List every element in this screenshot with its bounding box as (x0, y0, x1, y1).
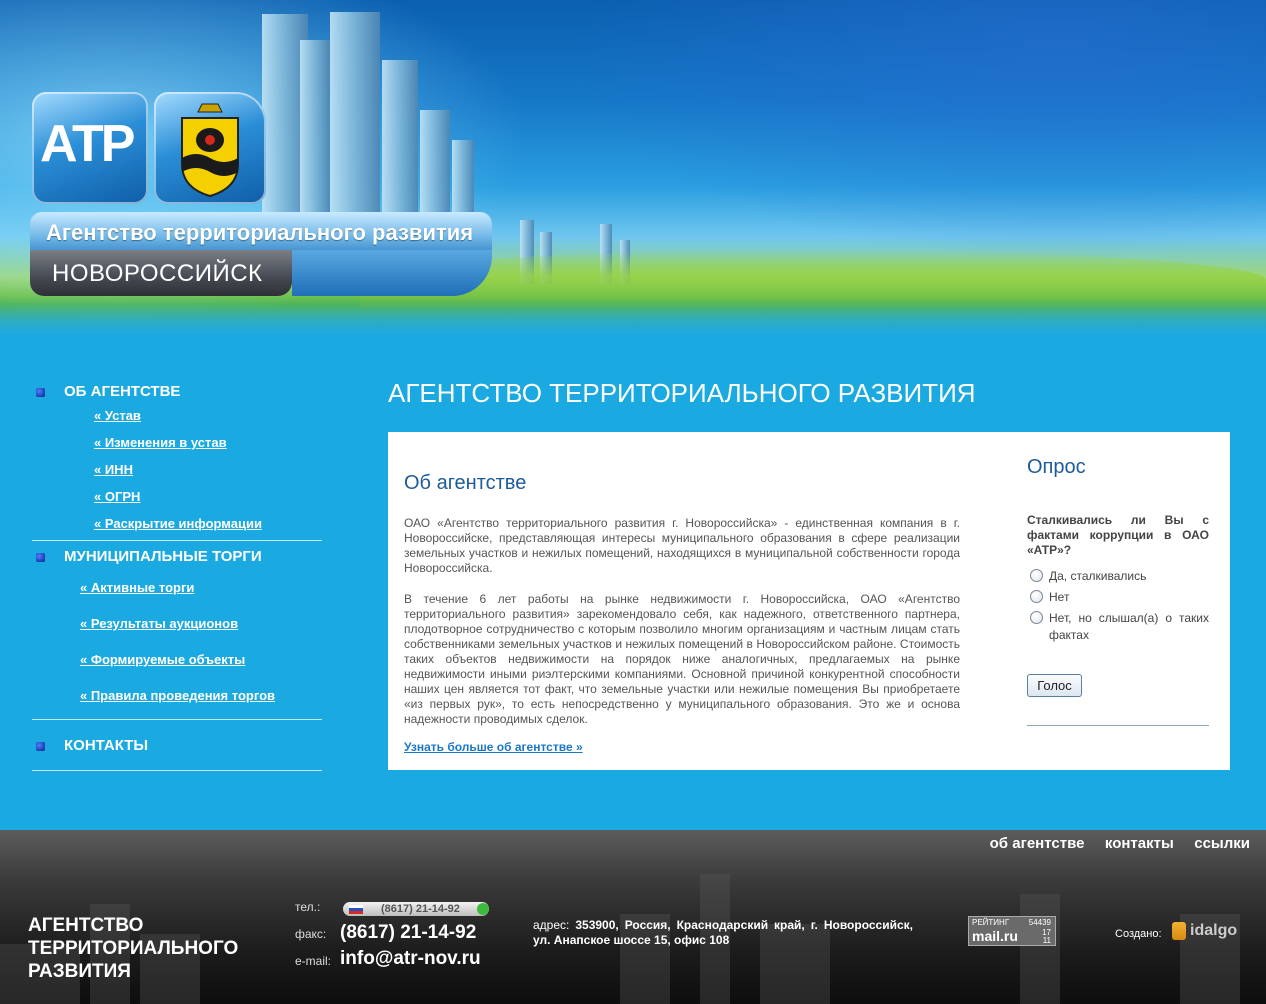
nav-link-inn[interactable]: « ИНН (94, 462, 324, 489)
city-emblem-badge (154, 92, 266, 204)
nav-link-active-auctions[interactable]: « Активные торги (80, 573, 324, 609)
page-title: АГЕНТСТВО ТЕРРИТОРИАЛЬНОГО РАЗВИТИЯ (388, 378, 976, 408)
content-panel: Об агентстве ОАО «Агентство территориаль… (388, 432, 1230, 770)
header-banner: АТР Агентство территориального развития … (0, 0, 1266, 338)
fax-value: (8617) 21-14-92 (340, 922, 477, 943)
logo-city-name: НОВОРОССИЙСК (52, 260, 263, 287)
nav-link-auction-rules[interactable]: « Правила проведения торгов (80, 681, 324, 719)
email-link[interactable]: info@atr-nov.ru (340, 948, 481, 970)
nav-link-ogrn[interactable]: « ОГРН (94, 489, 324, 516)
about-paragraph-1: ОАО «Агентство территориального развития… (404, 516, 960, 575)
bullet-icon (36, 388, 45, 397)
vote-button[interactable]: Голос (1027, 674, 1082, 697)
nav-divider (32, 540, 322, 541)
footer-link-contacts[interactable]: контакты (1105, 835, 1174, 852)
russia-flag-icon (349, 905, 363, 914)
email-label: e-mail: (295, 954, 332, 968)
studio-logo-icon[interactable] (1172, 922, 1186, 940)
footer-brand: АГЕНТСТВО ТЕРРИТОРИАЛЬНОГО РАЗВИТИЯ (28, 915, 239, 982)
logo-agency-name: Агентство территориального развития (46, 220, 474, 245)
poll-widget: Опрос Сталкивались ли Вы с фактами корру… (1027, 456, 1209, 726)
footer-nav: об агентстве контакты ссылки (974, 835, 1250, 853)
nav-link-forming-objects[interactable]: « Формируемые объекты (80, 645, 324, 681)
poll-option-heard[interactable]: Нет, но слышал(а) о таких фактах (1027, 610, 1209, 644)
bullet-icon (36, 553, 45, 562)
fax-label: факс: (295, 927, 327, 941)
site-logo[interactable]: АТР Агентство территориального развития … (24, 90, 494, 302)
radio-button[interactable] (1030, 611, 1043, 624)
sidebar-nav: ОБ АГЕНТСТВЕ « Устав « Изменения в устав… (32, 378, 324, 771)
mailru-counter[interactable]: РЕЙТИНГ 54439 mail.ru 17 11 (968, 916, 1056, 946)
footer: об агентстве контакты ссылки АГЕНТСТВО Т… (0, 830, 1266, 1004)
poll-divider (1027, 725, 1209, 726)
footer-link-about[interactable]: об агентстве (990, 835, 1085, 852)
nav-divider (32, 719, 322, 720)
studio-name[interactable]: idalgo (1190, 922, 1237, 940)
poll-title: Опрос (1027, 456, 1086, 478)
footer-link-links[interactable]: ссылки (1194, 835, 1250, 852)
made-by-label: Создано: (1115, 928, 1162, 940)
call-icon (477, 903, 489, 915)
nav-divider (32, 770, 322, 771)
atr-logo-text: АТР (40, 115, 135, 173)
phone-call-widget[interactable]: (8617) 21-14-92 (343, 902, 489, 916)
nav-link-auction-results[interactable]: « Результаты аукционов (80, 609, 324, 645)
radio-button[interactable] (1030, 590, 1043, 603)
tel-label: тел.: (295, 900, 321, 914)
nav-section-auctions[interactable]: МУНИЦИПАЛЬНЫЕ ТОРГИ (32, 543, 324, 571)
footer-address: адрес: 353900, Россия, Краснодарский кра… (533, 918, 913, 947)
nav-section-about[interactable]: ОБ АГЕНТСТВЕ (32, 378, 324, 406)
poll-option-no[interactable]: Нет (1027, 589, 1209, 606)
radio-button[interactable] (1030, 569, 1043, 582)
poll-option-yes[interactable]: Да, сталкивались (1027, 568, 1209, 585)
bullet-icon (36, 742, 45, 751)
about-paragraph-2: В течение 6 лет работы на рынке недвижим… (404, 592, 960, 726)
coat-of-arms-icon (181, 103, 239, 198)
nav-link-charter[interactable]: « Устав (94, 408, 324, 435)
poll-question: Сталкивались ли Вы с фактами коррупции в… (1027, 513, 1209, 557)
about-more-link[interactable]: Узнать больше об агентстве » (404, 740, 583, 754)
nav-link-disclosure[interactable]: « Раскрытие информации (94, 516, 324, 540)
nav-link-charter-changes[interactable]: « Изменения в устав (94, 435, 324, 462)
nav-section-contacts[interactable]: КОНТАКТЫ (32, 732, 324, 760)
about-title: Об агентстве (404, 472, 527, 494)
